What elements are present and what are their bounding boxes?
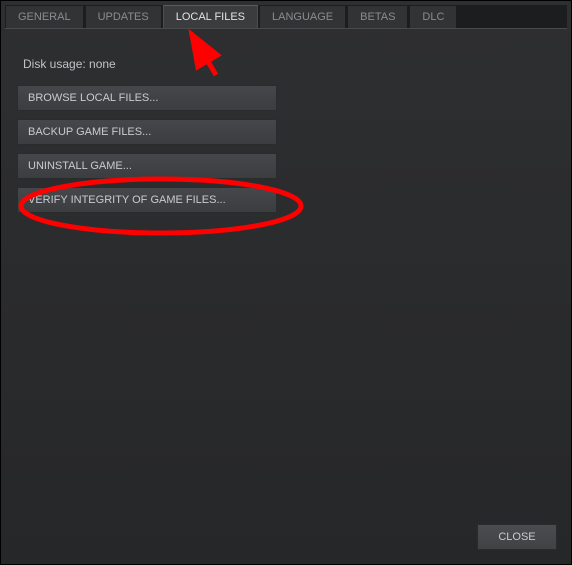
backup-game-files-button[interactable]: BACKUP GAME FILES... bbox=[17, 119, 277, 145]
tab-general[interactable]: GENERAL bbox=[5, 5, 84, 28]
tab-betas[interactable]: BETAS bbox=[347, 5, 408, 28]
disk-usage-label: Disk usage: none bbox=[23, 57, 549, 71]
tab-local-files[interactable]: LOCAL FILES bbox=[163, 5, 258, 28]
verify-integrity-button[interactable]: VERIFY INTEGRITY OF GAME FILES... bbox=[17, 187, 277, 213]
tab-dlc[interactable]: DLC bbox=[409, 5, 457, 28]
uninstall-game-button[interactable]: UNINSTALL GAME... bbox=[17, 153, 277, 179]
properties-window: GENERAL UPDATES LOCAL FILES LANGUAGE BET… bbox=[0, 0, 572, 565]
browse-local-files-button[interactable]: BROWSE LOCAL FILES... bbox=[17, 85, 277, 111]
local-files-panel: Disk usage: none BROWSE LOCAL FILES... B… bbox=[5, 33, 567, 520]
tab-updates[interactable]: UPDATES bbox=[85, 5, 162, 28]
tab-bar: GENERAL UPDATES LOCAL FILES LANGUAGE BET… bbox=[5, 5, 567, 29]
tab-language[interactable]: LANGUAGE bbox=[259, 5, 346, 28]
close-button[interactable]: CLOSE bbox=[477, 524, 557, 550]
